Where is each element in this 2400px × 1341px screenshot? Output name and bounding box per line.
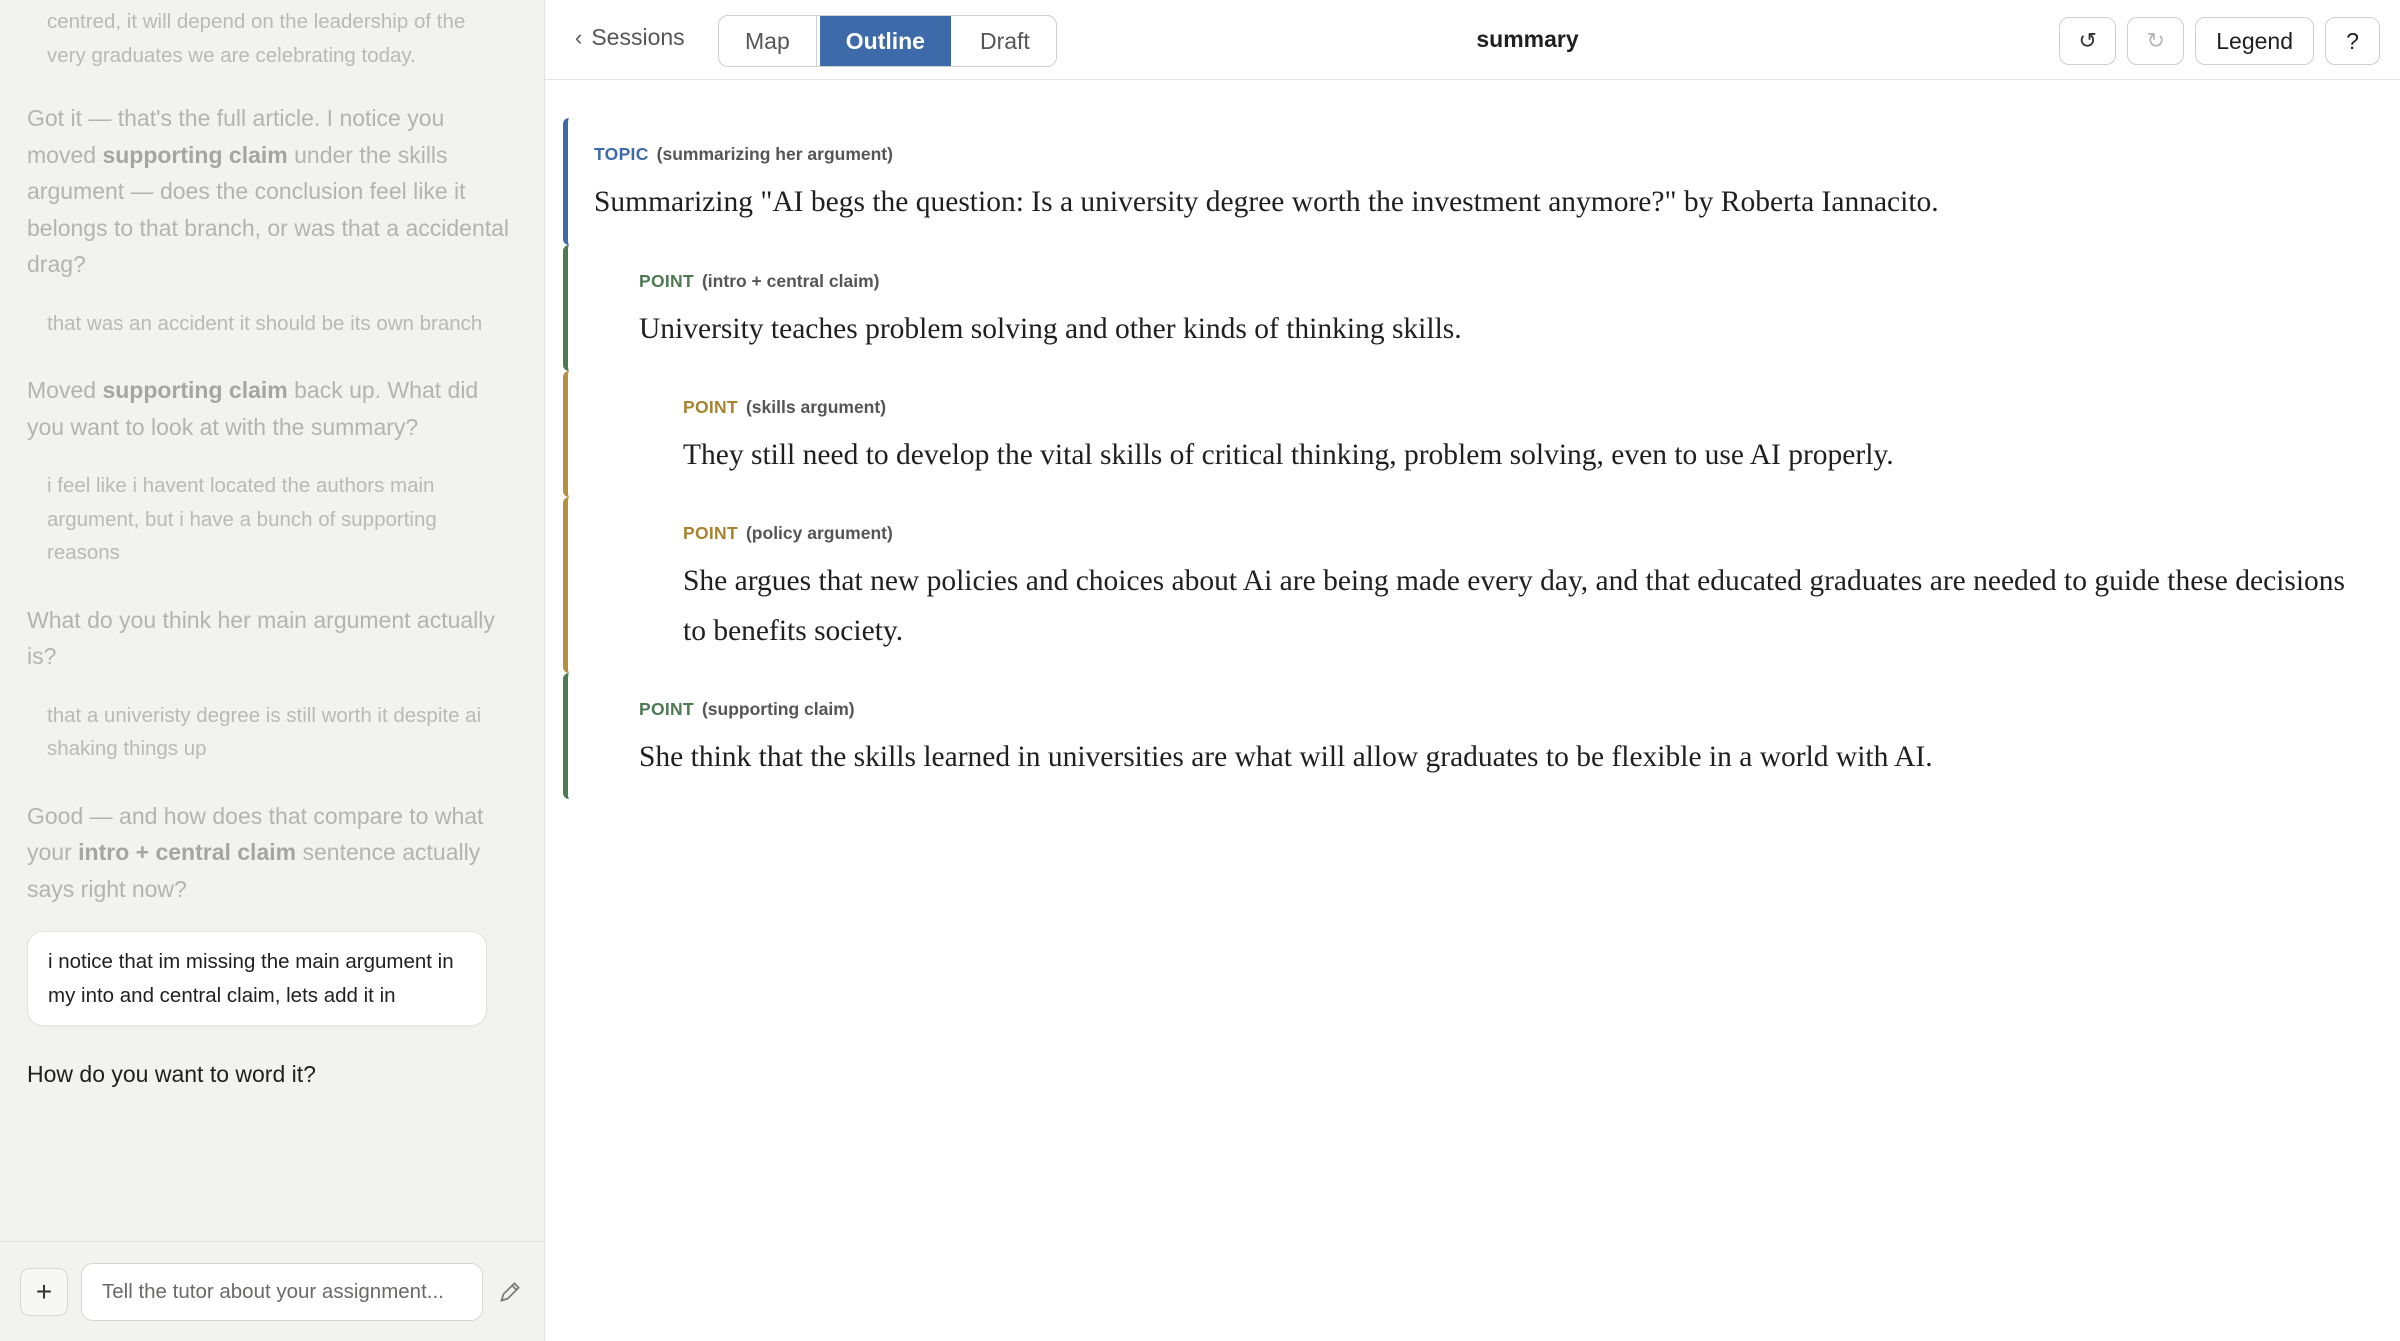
node-kind: POINT bbox=[639, 271, 694, 291]
toolbar-actions: ↺ ↻ Legend ? bbox=[2059, 17, 2380, 65]
view-switcher: Map Outline Draft bbox=[718, 15, 1057, 67]
node-text[interactable]: Summarizing "AI begs the question: Is a … bbox=[594, 177, 2360, 227]
message-text: Moved bbox=[27, 377, 103, 403]
node-role: (summarizing her argument) bbox=[656, 144, 893, 164]
node-kind: POINT bbox=[639, 699, 694, 719]
chat-message-tutor: Moved supporting claim back up. What did… bbox=[27, 372, 517, 445]
node-text[interactable]: They still need to develop the vital ski… bbox=[683, 430, 2360, 480]
node-kind: POINT bbox=[683, 397, 738, 417]
outline-tree: TOPIC (summarizing her argument) Summariz… bbox=[563, 118, 2360, 799]
tutor-chat-panel: centred, it will depend on the leadershi… bbox=[0, 0, 545, 1341]
node-label: POINT (policy argument) bbox=[683, 523, 2360, 544]
node-role: (supporting claim) bbox=[701, 699, 855, 719]
chat-message-user: i feel like i havent located the authors… bbox=[47, 469, 517, 570]
node-reference: intro + central claim bbox=[78, 839, 297, 865]
app: centred, it will depend on the leadershi… bbox=[0, 0, 2400, 1341]
legend-button[interactable]: Legend bbox=[2195, 17, 2314, 65]
node-reference: supporting claim bbox=[102, 377, 288, 403]
chat-message-tutor: Got it — that's the full article. I noti… bbox=[27, 100, 517, 283]
sessions-label: Sessions bbox=[591, 24, 685, 50]
chevron-left-icon: ‹ bbox=[575, 24, 583, 50]
node-label: POINT (skills argument) bbox=[683, 397, 2360, 418]
top-toolbar: ‹ Sessions Map Outline Draft summary ↺ ↻… bbox=[545, 0, 2400, 80]
node-role: (intro + central claim) bbox=[701, 271, 880, 291]
outline-workspace: ‹ Sessions Map Outline Draft summary ↺ ↻… bbox=[545, 0, 2400, 1341]
chat-message-tutor-latest: How do you want to word it? bbox=[27, 1056, 517, 1093]
redo-icon: ↻ bbox=[2146, 28, 2165, 53]
chat-message-user: that was an accident it should be its ow… bbox=[47, 307, 517, 341]
node-kind: TOPIC bbox=[594, 144, 649, 164]
page-title: summary bbox=[1476, 26, 1579, 52]
help-button[interactable]: ? bbox=[2325, 17, 2380, 65]
node-label: POINT (intro + central claim) bbox=[639, 271, 2360, 292]
node-label: TOPIC (summarizing her argument) bbox=[594, 144, 2360, 165]
node-text[interactable]: She think that the skills learned in uni… bbox=[639, 732, 2360, 782]
add-attachment-button[interactable]: + bbox=[20, 1267, 68, 1316]
outline-node-point[interactable]: POINT (policy argument) She argues that n… bbox=[563, 497, 2360, 673]
pencil-icon[interactable] bbox=[497, 1279, 523, 1305]
message-text: centred, it will depend on the leadershi… bbox=[47, 10, 466, 67]
message-text: i notice that im missing the main argume… bbox=[48, 950, 454, 1007]
outline-node-point[interactable]: POINT (supporting claim) She think that t… bbox=[563, 673, 2360, 799]
message-text: i feel like i havent located the authors… bbox=[47, 474, 437, 564]
undo-icon: ↺ bbox=[2078, 28, 2097, 53]
message-text: What do you think her main argument actu… bbox=[27, 606, 495, 670]
undo-button[interactable]: ↺ bbox=[2059, 17, 2117, 65]
chat-message-tutor: Good — and how does that compare to what… bbox=[27, 798, 517, 908]
node-kind: POINT bbox=[683, 523, 738, 543]
redo-button[interactable]: ↻ bbox=[2127, 17, 2185, 65]
outline-node-point[interactable]: POINT (skills argument) They still need t… bbox=[563, 371, 2360, 497]
outline-node-point[interactable]: POINT (intro + central claim) University … bbox=[563, 245, 2360, 371]
message-text: How do you want to word it? bbox=[27, 1061, 316, 1087]
node-reference: supporting claim bbox=[102, 141, 288, 168]
tab-map[interactable]: Map bbox=[719, 16, 817, 66]
tab-outline[interactable]: Outline bbox=[816, 16, 954, 66]
node-role: (skills argument) bbox=[745, 397, 887, 417]
chat-message-tutor: What do you think her main argument actu… bbox=[27, 602, 517, 675]
chat-message-user: that a univeristy degree is still worth … bbox=[47, 699, 517, 766]
node-label: POINT (supporting claim) bbox=[639, 699, 2360, 720]
node-text[interactable]: She argues that new policies and choices… bbox=[683, 556, 2360, 656]
node-text[interactable]: University teaches problem solving and o… bbox=[639, 304, 2360, 354]
chat-history[interactable]: centred, it will depend on the leadershi… bbox=[0, 0, 544, 1241]
chat-message-user: centred, it will depend on the leadershi… bbox=[47, 5, 517, 72]
back-to-sessions-link[interactable]: ‹ Sessions bbox=[575, 24, 685, 51]
tab-draft[interactable]: Draft bbox=[954, 16, 1056, 66]
outline-node-topic[interactable]: TOPIC (summarizing her argument) Summariz… bbox=[563, 118, 2360, 245]
message-text: that a univeristy degree is still worth … bbox=[47, 703, 482, 761]
chat-input[interactable] bbox=[81, 1262, 483, 1321]
chat-composer: + bbox=[0, 1241, 544, 1341]
node-role: (policy argument) bbox=[745, 523, 893, 543]
message-text: that was an accident it should be its ow… bbox=[47, 311, 483, 335]
chat-message-user-latest: i notice that im missing the main argume… bbox=[27, 931, 487, 1026]
